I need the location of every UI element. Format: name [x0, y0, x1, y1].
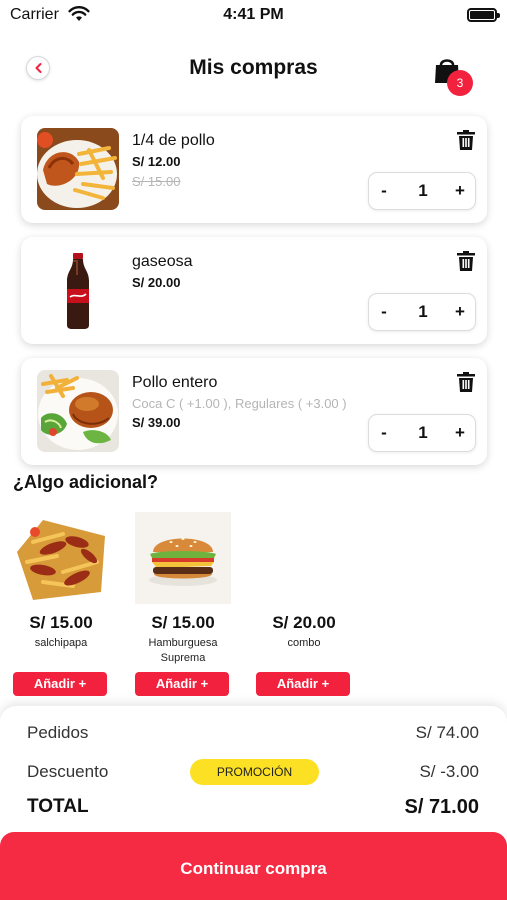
battery-icon [467, 8, 500, 22]
item-price: S/ 20.00 [132, 275, 181, 290]
item-image-quarter-chicken [37, 128, 119, 210]
item-name: 1/4 de pollo [132, 132, 215, 149]
orders-label: Pedidos [27, 723, 89, 742]
total-label: TOTAL [27, 796, 89, 817]
extra-name: Hamburguesa Suprema [148, 637, 218, 664]
add-extra-button[interactable]: Añadir + [13, 672, 107, 696]
clock: 4:41 PM [223, 6, 284, 23]
decrease-button[interactable]: - [373, 415, 395, 451]
quantity-stepper: - 1 + [368, 414, 476, 452]
quantity-value: 1 [418, 181, 428, 200]
decrease-button[interactable]: - [373, 294, 395, 330]
item-price: S/ 12.00 [132, 154, 181, 169]
item-old-price: S/ 15.00 [132, 174, 181, 189]
increase-button[interactable]: + [449, 173, 471, 209]
extra-name: salchipapa [34, 637, 88, 649]
item-price: S/ 39.00 [132, 415, 181, 430]
quantity-value: 1 [418, 302, 428, 321]
cart-item: gaseosa S/ 20.00 - 1 + [21, 237, 487, 344]
item-image-soda-bottle [37, 249, 119, 331]
item-name: gaseosa [132, 253, 193, 270]
page-title: Mis compras [189, 56, 318, 79]
decrease-button[interactable]: - [373, 173, 395, 209]
extra-name: combo [287, 637, 321, 649]
trash-icon[interactable] [457, 372, 475, 392]
total-value: S/ 71.00 [404, 796, 479, 818]
quantity-stepper: - 1 + [368, 172, 476, 210]
promo-badge: PROMOCIÓN [190, 759, 319, 785]
add-extra-button[interactable]: Añadir + [135, 672, 229, 696]
quantity-stepper: - 1 + [368, 293, 476, 331]
discount-label: Descuento [27, 762, 109, 781]
item-image-whole-chicken [37, 370, 119, 452]
cart-item: Pollo entero Coca C ( +1.00 ), Regulares… [21, 358, 487, 465]
continue-purchase-button[interactable]: Continuar compra [0, 832, 507, 900]
item-name: Pollo entero [132, 374, 218, 391]
trash-icon[interactable] [457, 251, 475, 271]
increase-button[interactable]: + [449, 415, 471, 451]
item-options: Coca C ( +1.00 ), Regulares ( +3.00 ) [132, 396, 347, 411]
add-extra-button[interactable]: Añadir + [256, 672, 350, 696]
status-bar: Carrier 4:41 PM [0, 0, 507, 30]
extra-image-burger [135, 512, 231, 604]
orders-value: S/ 74.00 [415, 723, 479, 742]
extra-price: S/ 20.00 [272, 613, 336, 632]
cart-item: 1/4 de pollo S/ 12.00 S/ 15.00 - 1 + [21, 116, 487, 223]
extras-title: ¿Algo adicional? [13, 472, 159, 492]
extra-image-salchipapa [13, 512, 109, 604]
extra-price: S/ 15.00 [151, 613, 215, 632]
trash-icon[interactable] [457, 130, 475, 150]
discount-value: S/ -3.00 [419, 762, 479, 781]
cart-count-badge: 3 [447, 70, 473, 96]
quantity-value: 1 [418, 423, 428, 442]
increase-button[interactable]: + [449, 294, 471, 330]
extra-price: S/ 15.00 [29, 613, 93, 632]
app-header: Mis compras [0, 50, 507, 90]
